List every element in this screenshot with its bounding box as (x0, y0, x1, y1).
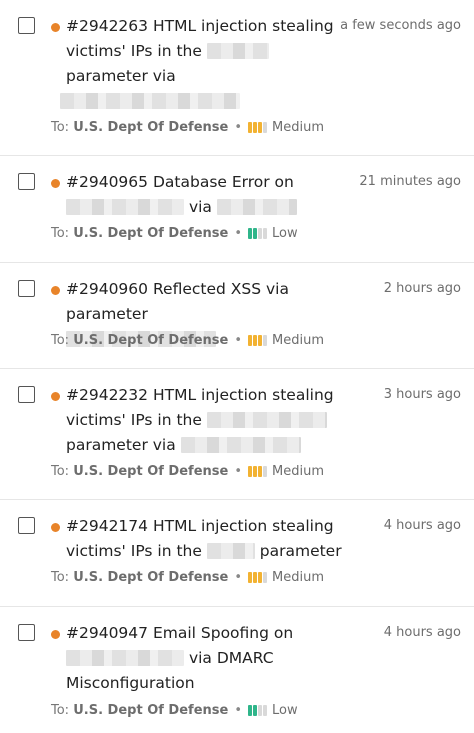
severity-meter-icon (248, 335, 268, 351)
report-checkbox[interactable] (18, 624, 35, 641)
redacted-text (206, 43, 269, 59)
report-checkbox[interactable] (18, 173, 35, 190)
report-checkbox[interactable] (18, 517, 35, 534)
severity-meter-icon (248, 228, 268, 244)
report-meta: To: U.S. Dept Of Defense • Medium (51, 333, 324, 351)
report-item[interactable]: #2940947 Email Spoofing on via DMARC Mis… (0, 607, 474, 733)
report-checkbox[interactable] (18, 17, 35, 34)
report-timestamp: 4 hours ago (383, 625, 461, 640)
report-checkbox[interactable] (18, 280, 35, 297)
meta-separator: • (234, 226, 242, 241)
to-label: To: (51, 464, 70, 479)
report-item[interactable]: #2942232 HTML injection stealing victims… (0, 369, 474, 500)
state-dot-icon (51, 630, 60, 639)
meta-separator: • (234, 333, 242, 348)
to-label: To: (51, 120, 70, 135)
report-timestamp: 4 hours ago (383, 518, 461, 533)
report-timestamp: a few seconds ago (340, 18, 461, 33)
severity-label: Low (272, 226, 298, 241)
report-meta: To: U.S. Dept Of Defense • Low (51, 703, 298, 721)
redacted-text (216, 199, 297, 215)
report-title-text: via (188, 198, 212, 216)
report-title-text: parameter (259, 542, 342, 560)
meta-separator: • (234, 464, 242, 479)
program-link[interactable]: U.S. Dept Of Defense (73, 333, 228, 348)
program-link[interactable]: U.S. Dept Of Defense (73, 464, 228, 479)
report-meta: To: U.S. Dept Of Defense • Medium (51, 464, 324, 482)
report-title-text: parameter via (66, 436, 176, 454)
report-meta: To: U.S. Dept Of Defense • Low (51, 226, 298, 244)
state-dot-icon (51, 23, 60, 32)
severity-label: Medium (272, 570, 324, 585)
report-id: #2942232 (66, 386, 149, 404)
program-link[interactable]: U.S. Dept Of Defense (73, 570, 228, 585)
redacted-text (66, 650, 184, 666)
meta-separator: • (234, 703, 242, 718)
severity-label: Medium (272, 333, 324, 348)
report-item[interactable]: #2942263 HTML injection stealing victims… (0, 0, 474, 156)
state-dot-icon (51, 179, 60, 188)
report-title-text: Database Error on (152, 173, 294, 191)
meta-separator: • (234, 120, 242, 135)
severity-meter-icon (248, 572, 268, 588)
report-list: #2942263 HTML injection stealing victims… (0, 0, 474, 733)
state-dot-icon (51, 523, 60, 532)
to-label: To: (51, 226, 70, 241)
program-link[interactable]: U.S. Dept Of Defense (73, 120, 228, 135)
redacted-text (206, 412, 327, 428)
report-item[interactable]: #2942174 HTML injection stealing victims… (0, 500, 474, 607)
severity-label: Low (272, 703, 298, 718)
to-label: To: (51, 570, 70, 585)
redacted-text (206, 543, 255, 559)
report-id: #2940960 (66, 280, 149, 298)
redacted-text (180, 437, 301, 453)
to-label: To: (51, 703, 70, 718)
state-dot-icon (51, 286, 60, 295)
severity-meter-icon (248, 705, 268, 721)
program-link[interactable]: U.S. Dept Of Defense (73, 226, 228, 241)
report-title[interactable]: #2942174 HTML injection stealing victims… (66, 514, 344, 564)
severity-meter-icon (248, 466, 268, 482)
state-dot-icon (51, 392, 60, 401)
redacted-text (66, 199, 184, 215)
report-id: #2940965 (66, 173, 149, 191)
severity-label: Medium (272, 120, 324, 135)
report-timestamp: 3 hours ago (383, 387, 461, 402)
severity-label: Medium (272, 464, 324, 479)
severity-meter-icon (248, 122, 268, 138)
to-label: To: (51, 333, 70, 348)
report-title[interactable]: #2942263 HTML injection stealing victims… (60, 14, 344, 114)
report-item[interactable]: #2940960 Reflected XSS via parameter 2 h… (0, 263, 474, 369)
report-id: #2940947 (66, 624, 149, 642)
report-item[interactable]: #2940965 Database Error on via 21 minute… (0, 156, 474, 263)
report-timestamp: 2 hours ago (383, 281, 461, 296)
report-title-text: Email Spoofing on (152, 624, 294, 642)
report-title[interactable]: #2942232 HTML injection stealing victims… (66, 383, 344, 458)
report-checkbox[interactable] (18, 386, 35, 403)
redacted-text (60, 93, 240, 109)
report-timestamp: 21 minutes ago (359, 174, 461, 189)
report-meta: To: U.S. Dept Of Defense • Medium (51, 120, 324, 138)
report-title-text: parameter via (66, 67, 176, 85)
report-title[interactable]: #2940947 Email Spoofing on via DMARC Mis… (66, 621, 344, 696)
report-title[interactable]: #2940965 Database Error on via (66, 170, 344, 220)
report-id: #2942174 (66, 517, 149, 535)
report-meta: To: U.S. Dept Of Defense • Medium (51, 570, 324, 588)
meta-separator: • (234, 570, 242, 585)
program-link[interactable]: U.S. Dept Of Defense (73, 703, 228, 718)
report-id: #2942263 (66, 17, 149, 35)
